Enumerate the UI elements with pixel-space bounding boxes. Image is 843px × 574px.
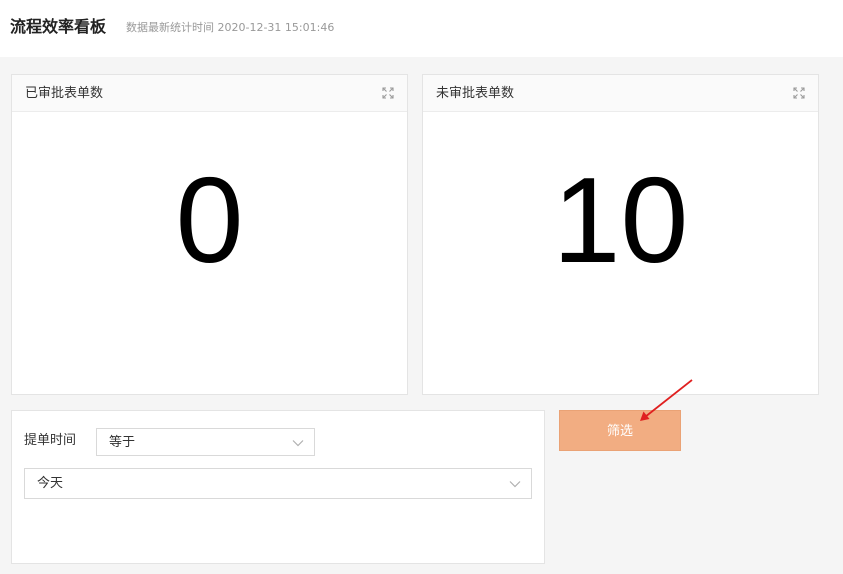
operator-select-value: 等于 bbox=[109, 435, 136, 450]
card-header: 已审批表单数 bbox=[12, 75, 407, 112]
page-title: 流程效率看板 bbox=[10, 17, 107, 36]
expand-icon[interactable] bbox=[793, 87, 805, 99]
chevron-down-icon bbox=[509, 480, 521, 488]
date-value-select[interactable]: 今天 bbox=[24, 468, 532, 499]
filter-panel: 提单时间 等于 今天 bbox=[11, 410, 545, 564]
date-select-value: 今天 bbox=[37, 476, 64, 491]
expand-icon[interactable] bbox=[382, 87, 394, 99]
approved-forms-count: 0 bbox=[175, 152, 244, 288]
chevron-down-icon bbox=[292, 439, 304, 447]
pending-forms-card: 未审批表单数 10 bbox=[422, 74, 819, 395]
pending-forms-count: 10 bbox=[552, 152, 689, 288]
card-title: 未审批表单数 bbox=[436, 86, 515, 101]
filter-field-label: 提单时间 bbox=[24, 433, 77, 448]
operator-select[interactable]: 等于 bbox=[96, 428, 315, 456]
card-title: 已审批表单数 bbox=[25, 86, 104, 101]
approved-forms-card: 已审批表单数 0 bbox=[11, 74, 408, 395]
page-header: 流程效率看板 数据最新统计时间 2020-12-31 15:01:46 bbox=[0, 0, 843, 57]
card-header: 未审批表单数 bbox=[423, 75, 818, 112]
data-update-time: 数据最新统计时间 2020-12-31 15:01:46 bbox=[126, 21, 335, 34]
filter-button[interactable]: 筛选 bbox=[559, 410, 681, 451]
